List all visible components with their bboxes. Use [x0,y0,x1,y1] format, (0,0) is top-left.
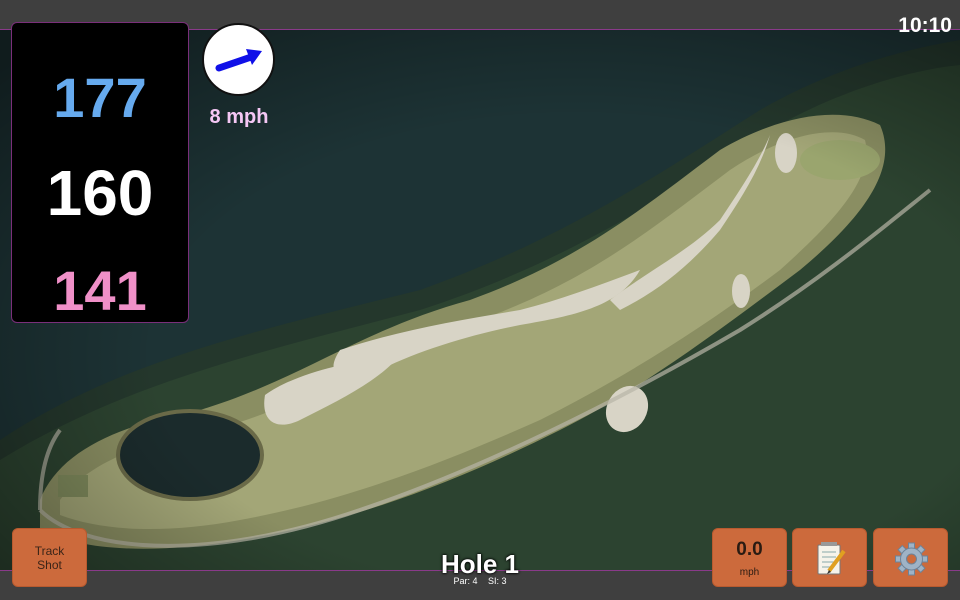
par-label: Par: 4 [453,576,478,586]
notepad-icon [817,542,846,575]
golf-gps-screen: 10:10 177 160 141 8 mph Track Shot Hole … [0,0,960,600]
track-shot-label: Track Shot [34,543,65,572]
speed-button[interactable]: 0.0 mph [712,528,787,587]
distance-panel: 177 160 141 [11,22,189,323]
back-distance: 177 [53,66,147,129]
stroke-index-label: SI: 3 [488,576,507,586]
speed-unit: mph [739,567,760,578]
settings-button[interactable] [873,528,948,587]
gear-icon [895,542,928,576]
notes-button[interactable] [792,528,867,587]
speed-value: 0.0 [736,539,763,560]
middle-distance: 160 [46,157,154,229]
track-shot-button[interactable]: Track Shot [12,528,87,587]
wind-arrow-icon [215,49,262,72]
wind-speed-label: 8 mph [209,106,269,128]
clock-time: 10:10 [898,14,952,37]
hole-details: Par: 4 SI: 3 [380,576,580,586]
wind-direction-indicator [202,23,275,96]
front-distance: 141 [53,259,147,322]
